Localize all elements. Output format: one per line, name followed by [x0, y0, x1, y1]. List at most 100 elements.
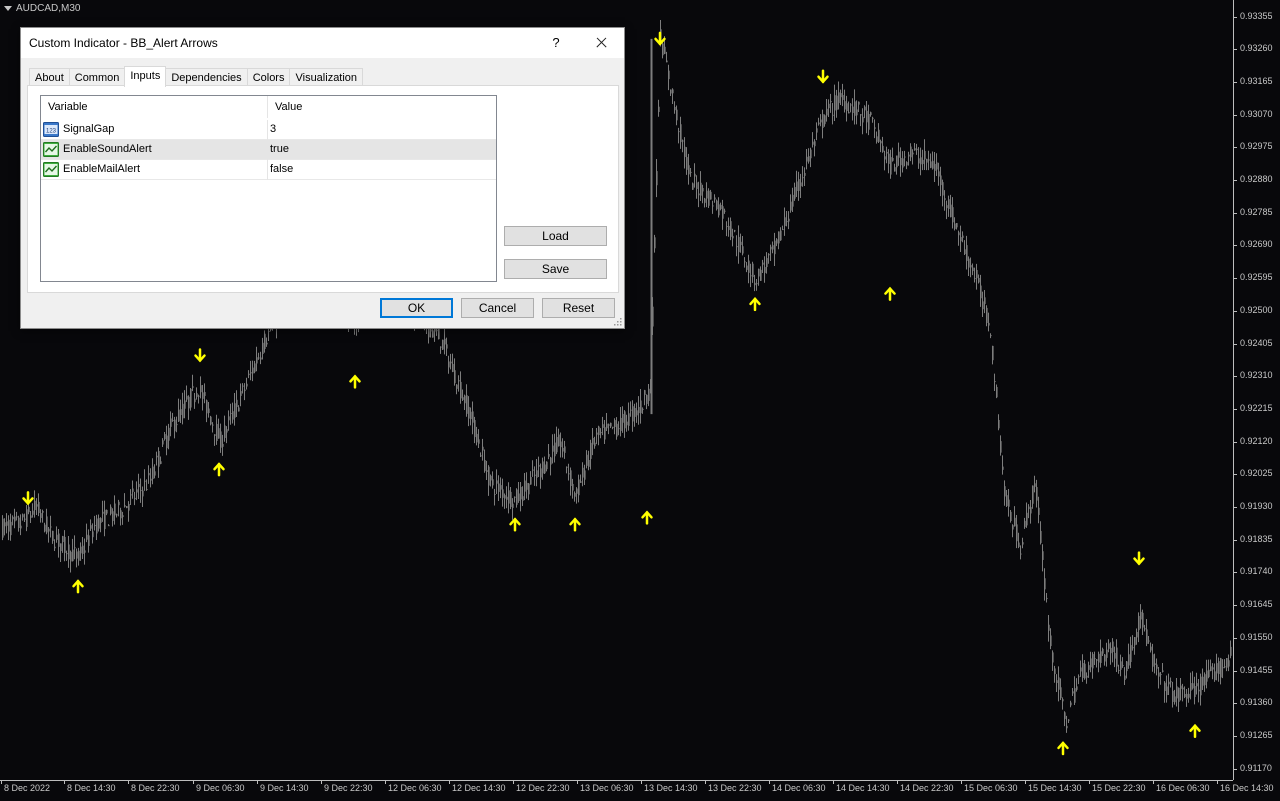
candle-body: [1014, 517, 1016, 527]
candle-body: [234, 403, 236, 418]
reset-button[interactable]: Reset: [542, 298, 615, 318]
candle-body: [72, 549, 74, 562]
dialog-titlebar[interactable]: Custom Indicator - BB_Alert Arrows ?: [21, 28, 624, 58]
candle-body: [702, 188, 704, 192]
candle-body: [700, 182, 702, 196]
candle-body: [180, 409, 182, 416]
time-tick: [769, 780, 770, 784]
numeric-icon: 123: [43, 122, 59, 137]
candle-body: [496, 480, 498, 484]
candle-body: [1194, 685, 1196, 698]
param-value[interactable]: 3: [270, 123, 276, 135]
candle-body: [616, 423, 618, 437]
candle-body: [86, 534, 88, 540]
price-tick: [1233, 343, 1237, 345]
candle-body: [224, 425, 226, 438]
candle-body: [192, 386, 194, 388]
column-header-variable[interactable]: Variable: [41, 96, 267, 118]
param-value[interactable]: false: [270, 163, 293, 175]
price-tick: [1233, 441, 1237, 443]
candle-body: [764, 267, 766, 273]
save-button[interactable]: Save: [504, 259, 607, 279]
candle-body: [940, 175, 942, 186]
candle-body: [678, 131, 680, 133]
candle-body: [798, 179, 800, 191]
candle-body: [1026, 512, 1028, 526]
candle-body: [612, 426, 614, 428]
parameters-table[interactable]: Variable Value 123 SignalGap 3 EnableSou…: [40, 95, 497, 282]
candle-body: [996, 387, 998, 398]
candle-body: [786, 220, 788, 223]
candle-body: [714, 197, 716, 200]
candle-body: [916, 148, 918, 151]
time-tick-label: 14 Dec 22:30: [900, 783, 954, 793]
inputs-panel: Variable Value 123 SignalGap 3 EnableSou…: [27, 85, 619, 293]
tab-inputs[interactable]: Inputs: [124, 66, 167, 87]
candle-body: [738, 236, 740, 253]
candle-body: [1130, 645, 1132, 663]
candle-body: [918, 158, 920, 164]
time-tick-label: 12 Dec 22:30: [516, 783, 570, 793]
candle-body: [1058, 677, 1060, 690]
candle-body: [1082, 663, 1084, 678]
candle-body: [1062, 699, 1064, 702]
candle-body: [82, 545, 84, 554]
candle-body: [146, 489, 148, 491]
candle-body: [662, 43, 664, 56]
candle-body: [584, 470, 586, 480]
candle-body: [852, 106, 854, 114]
candle-body: [578, 479, 580, 496]
table-row[interactable]: EnableMailAlert false: [41, 160, 496, 180]
candle-body: [1208, 669, 1210, 678]
time-tick: [961, 780, 962, 784]
candle-body: [1108, 643, 1110, 649]
candle-body: [1126, 661, 1128, 672]
candle-body: [580, 481, 582, 483]
time-tick-label: 8 Dec 22:30: [131, 783, 180, 793]
candle-body: [456, 384, 458, 389]
candle-body: [560, 441, 562, 448]
candle-body: [228, 416, 230, 421]
candle-body: [1068, 719, 1070, 721]
candle-body: [1190, 683, 1192, 691]
candle-body: [2, 518, 4, 538]
candle-body: [176, 424, 178, 426]
candle-body: [926, 158, 928, 163]
price-tick-label: 0.93355: [1240, 10, 1273, 21]
cancel-button[interactable]: Cancel: [461, 298, 534, 318]
price-tick: [1233, 539, 1237, 541]
candle-body: [952, 207, 954, 223]
candle-body: [1022, 542, 1024, 545]
ok-button[interactable]: OK: [380, 298, 453, 318]
help-button[interactable]: ?: [541, 32, 571, 54]
candle-body: [138, 483, 140, 488]
candle-body: [126, 506, 128, 509]
candle-body: [864, 106, 866, 111]
candle-body: [1040, 530, 1042, 543]
candle-body: [530, 476, 532, 485]
candle-body: [898, 151, 900, 158]
dropdown-triangle-icon[interactable]: [4, 6, 12, 11]
candle-body: [854, 101, 856, 116]
load-button[interactable]: Load: [504, 226, 607, 246]
table-row[interactable]: 123 SignalGap 3: [41, 120, 496, 140]
candle-body: [1216, 663, 1218, 674]
table-row[interactable]: EnableSoundAlert true: [41, 140, 496, 160]
candle-body: [962, 235, 964, 238]
candle-body: [238, 407, 240, 412]
resize-grip-icon[interactable]: [614, 318, 622, 326]
candle-body: [1104, 654, 1106, 662]
candle-body: [638, 406, 640, 414]
candle-body: [188, 396, 190, 409]
candle-body: [542, 461, 544, 474]
column-header-value[interactable]: Value: [268, 96, 496, 118]
param-value[interactable]: true: [270, 143, 289, 155]
time-tick-label: 12 Dec 14:30: [452, 783, 506, 793]
close-icon[interactable]: [586, 32, 616, 54]
candle-body: [1122, 665, 1124, 667]
candle-body: [1066, 725, 1068, 729]
candle-body: [216, 423, 218, 441]
candle-body: [74, 547, 76, 549]
price-tick: [1233, 474, 1237, 476]
candle-body: [1102, 648, 1104, 654]
